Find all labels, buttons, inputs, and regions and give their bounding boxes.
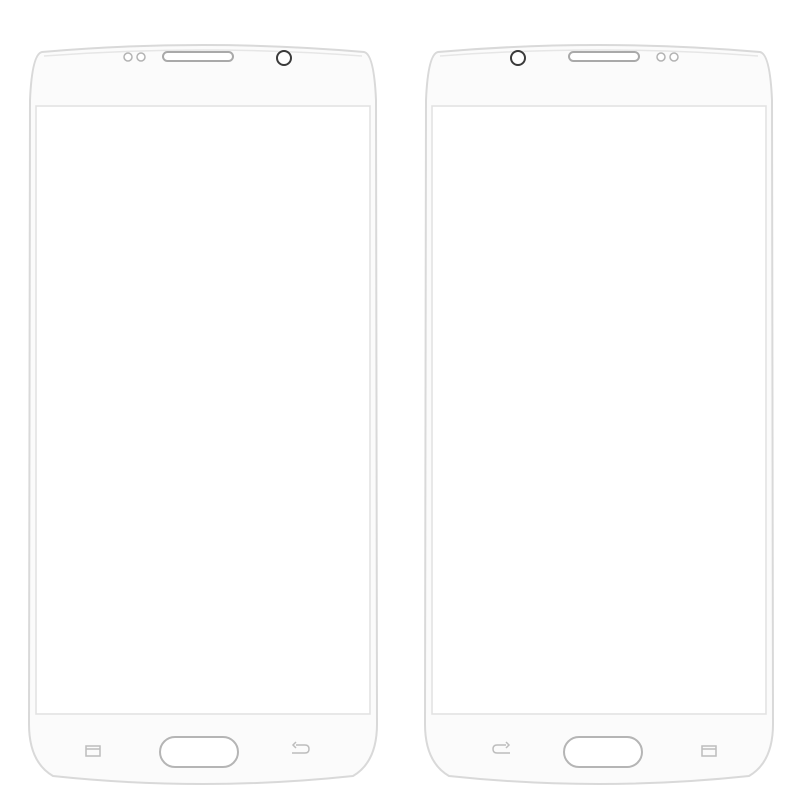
glass-panels-illustration: [28, 44, 774, 785]
left-glass-panel: [28, 44, 378, 785]
right-glass-panel: [424, 44, 774, 785]
product-photo: [0, 0, 800, 800]
